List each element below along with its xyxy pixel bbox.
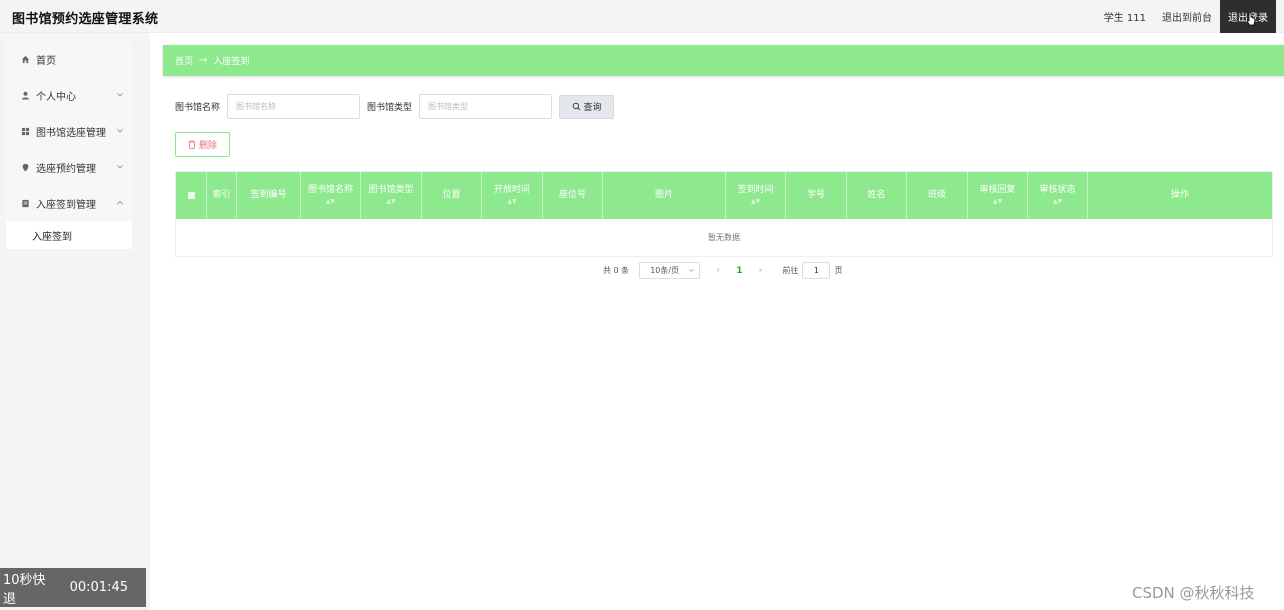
sort-icon: ▲▼ [1052, 197, 1063, 205]
breadcrumb-arrow: → [199, 55, 208, 66]
search-button[interactable]: 查询 [559, 94, 615, 119]
column-header[interactable]: 审核状态 ▲▼ [1028, 172, 1088, 219]
column-header[interactable]: 位置 [422, 172, 482, 219]
sidebar-subitem-checkin[interactable]: 入座签到 [6, 221, 132, 249]
rewind-timer-overlay: 10秒快退 00:01:45 [0, 568, 146, 607]
next-page-button[interactable]: › [758, 265, 762, 276]
delete-button[interactable]: 删除 [175, 132, 230, 157]
page-size-value: 10条/页 [650, 266, 680, 275]
chevron-up-icon [117, 200, 123, 205]
column-header[interactable]: 座位号 [543, 172, 603, 219]
sidebar-item-reservation-management[interactable]: 选座预约管理 [6, 149, 132, 185]
total-count: 共 0 条 [603, 266, 630, 275]
goto-suffix: 页 [834, 266, 843, 275]
column-header: 操作 [1170, 190, 1189, 200]
sort-icon: ▲▼ [386, 197, 396, 205]
goto-page-input[interactable]: 1 [802, 262, 831, 279]
column-header[interactable]: 开放时间 ▲▼ [482, 172, 543, 219]
sort-icon: ▲▼ [507, 197, 517, 205]
chevron-down-icon [689, 268, 695, 272]
logout-button[interactable]: 退出登录 [1220, 0, 1276, 33]
rewind-label: 10秒快退 [3, 572, 46, 607]
location-icon [20, 162, 30, 172]
sidebar-item-home[interactable]: 首页 [6, 41, 132, 77]
sidebar-item-personal-center[interactable]: 个人中心 [6, 77, 132, 113]
checkin-table: 索引 签到编号 图书馆名称 ▲▼ 图书馆类型 ▲▼ 位置 开放时间 ▲▼ 座位号 图片… [175, 171, 1273, 257]
sidebar-item-label: 图书馆选座管理 [36, 127, 106, 139]
current-user: 学生 111 [1103, 13, 1146, 24]
mouse-cursor-icon [1246, 12, 1256, 26]
breadcrumb-home[interactable]: 首页 [175, 54, 193, 67]
checkbox-icon [187, 192, 195, 199]
search-bar: 图书馆名称 图书馆名称 图书馆类型 图书馆类型 查询 [175, 94, 615, 119]
sidebar-item-checkin-management[interactable]: 入座签到管理 [6, 185, 132, 221]
elapsed-time: 00:01:45 [69, 580, 128, 595]
prev-page-button[interactable]: ‹ [716, 265, 720, 276]
column-header[interactable]: 班级 [907, 172, 968, 219]
header-actions: 学生 111 退出到前台 退出登录 [1088, 0, 1276, 33]
home-icon [20, 54, 30, 64]
column-header: 索引 [207, 172, 237, 219]
column-header[interactable]: 签到时间 ▲▼ [726, 172, 786, 219]
table-header: 索引 签到编号 图书馆名称 ▲▼ 图书馆类型 ▲▼ 位置 开放时间 ▲▼ 座位号 图片… [176, 172, 1272, 219]
column-header[interactable]: 签到编号 [237, 172, 301, 219]
document-icon [20, 198, 30, 208]
sidebar: 首页 个人中心 图书馆选座管理 选座预约管理 入座签到管理 入座签到 10秒快退… [0, 33, 150, 610]
chevron-down-icon [117, 165, 123, 169]
breadcrumb: 首页 → 入座签到 [163, 45, 1284, 76]
library-name-input[interactable]: 图书馆名称 [227, 94, 361, 119]
column-header[interactable]: 学号 [786, 172, 847, 219]
sidebar-menu: 首页 个人中心 图书馆选座管理 选座预约管理 入座签到管理 入座签到 [6, 41, 132, 249]
page-size-select[interactable]: 10条/页 [639, 262, 701, 279]
column-header[interactable]: 姓名 [847, 172, 907, 219]
column-header[interactable]: 审核回复 ▲▼ [968, 172, 1028, 219]
column-header[interactable]: 图片 [603, 172, 726, 219]
sidebar-item-seat-management[interactable]: 图书馆选座管理 [6, 113, 132, 149]
search-icon [572, 102, 580, 111]
sidebar-item-label: 入座签到管理 [36, 199, 96, 211]
goto-prefix: 前往 [782, 266, 799, 275]
user-icon [20, 90, 30, 100]
column-header[interactable]: 图书馆类型 ▲▼ [361, 172, 422, 219]
chevron-down-icon [117, 93, 123, 97]
sidebar-item-label: 个人中心 [36, 91, 76, 103]
watermark: CSDN @秋秋科技 [1132, 584, 1255, 602]
trash-icon [188, 140, 196, 149]
empty-state: 暂无数据 [176, 219, 1272, 256]
back-to-front-link[interactable]: 退出到前台 [1162, 9, 1212, 24]
sort-icon: ▲▼ [992, 197, 1003, 205]
search-button-label: 查询 [583, 103, 602, 113]
library-type-input[interactable]: 图书馆类型 [419, 94, 553, 119]
column-header[interactable]: 图书馆名称 ▲▼ [301, 172, 361, 219]
top-header: 图书馆预约选座管理系统 学生 111 退出到前台 退出登录 [0, 0, 1284, 33]
grid-icon [20, 126, 30, 136]
sort-icon: ▲▼ [750, 197, 761, 205]
current-page[interactable]: 1 [736, 266, 742, 276]
sort-icon: ▲▼ [325, 197, 336, 205]
breadcrumb-current: 入座签到 [213, 57, 250, 67]
pagination: 共 0 条 10条/页 ‹ 1 › 前往 1 页 [603, 262, 842, 279]
library-name-label: 图书馆名称 [175, 103, 221, 113]
library-type-label: 图书馆类型 [367, 103, 413, 113]
sidebar-item-label: 首页 [36, 55, 56, 67]
chevron-down-icon [117, 129, 123, 133]
select-all-checkbox[interactable] [176, 172, 207, 219]
app-title: 图书馆预约选座管理系统 [12, 12, 159, 27]
delete-label: 删除 [198, 141, 217, 151]
sidebar-item-label: 选座预约管理 [36, 163, 96, 175]
